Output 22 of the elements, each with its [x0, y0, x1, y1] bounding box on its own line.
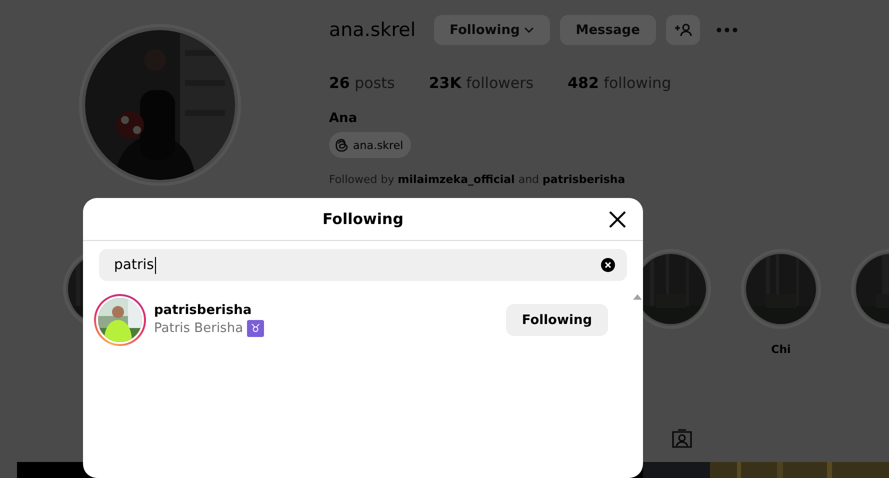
result-username[interactable]: patrisberisha — [154, 303, 506, 318]
threads-link[interactable]: ana.skrel — [329, 132, 412, 158]
search-field[interactable]: patris — [99, 249, 627, 281]
scroll-up-icon[interactable] — [632, 294, 642, 300]
add-person-button[interactable] — [666, 15, 700, 45]
text-cursor — [154, 256, 156, 274]
add-person-icon — [674, 23, 692, 37]
message-button[interactable]: Message — [560, 15, 656, 45]
zodiac-emoji: ♉ — [247, 320, 264, 337]
tagged-tab-icon[interactable] — [671, 428, 693, 448]
username: ana.skrel — [329, 19, 416, 41]
threads-icon — [335, 137, 349, 153]
profile-name: Ana — [329, 111, 358, 126]
following-button[interactable]: Following — [434, 15, 550, 45]
clear-icon[interactable] — [601, 258, 615, 272]
more-options-icon[interactable] — [716, 27, 738, 33]
highlight-label: Chi — [771, 343, 791, 356]
result-full-name: Patris Berisha — [154, 321, 244, 336]
chevron-down-icon — [524, 27, 534, 33]
dialog-title: Following — [322, 210, 404, 228]
close-icon[interactable] — [609, 211, 626, 228]
following-button[interactable]: Following — [506, 304, 608, 336]
